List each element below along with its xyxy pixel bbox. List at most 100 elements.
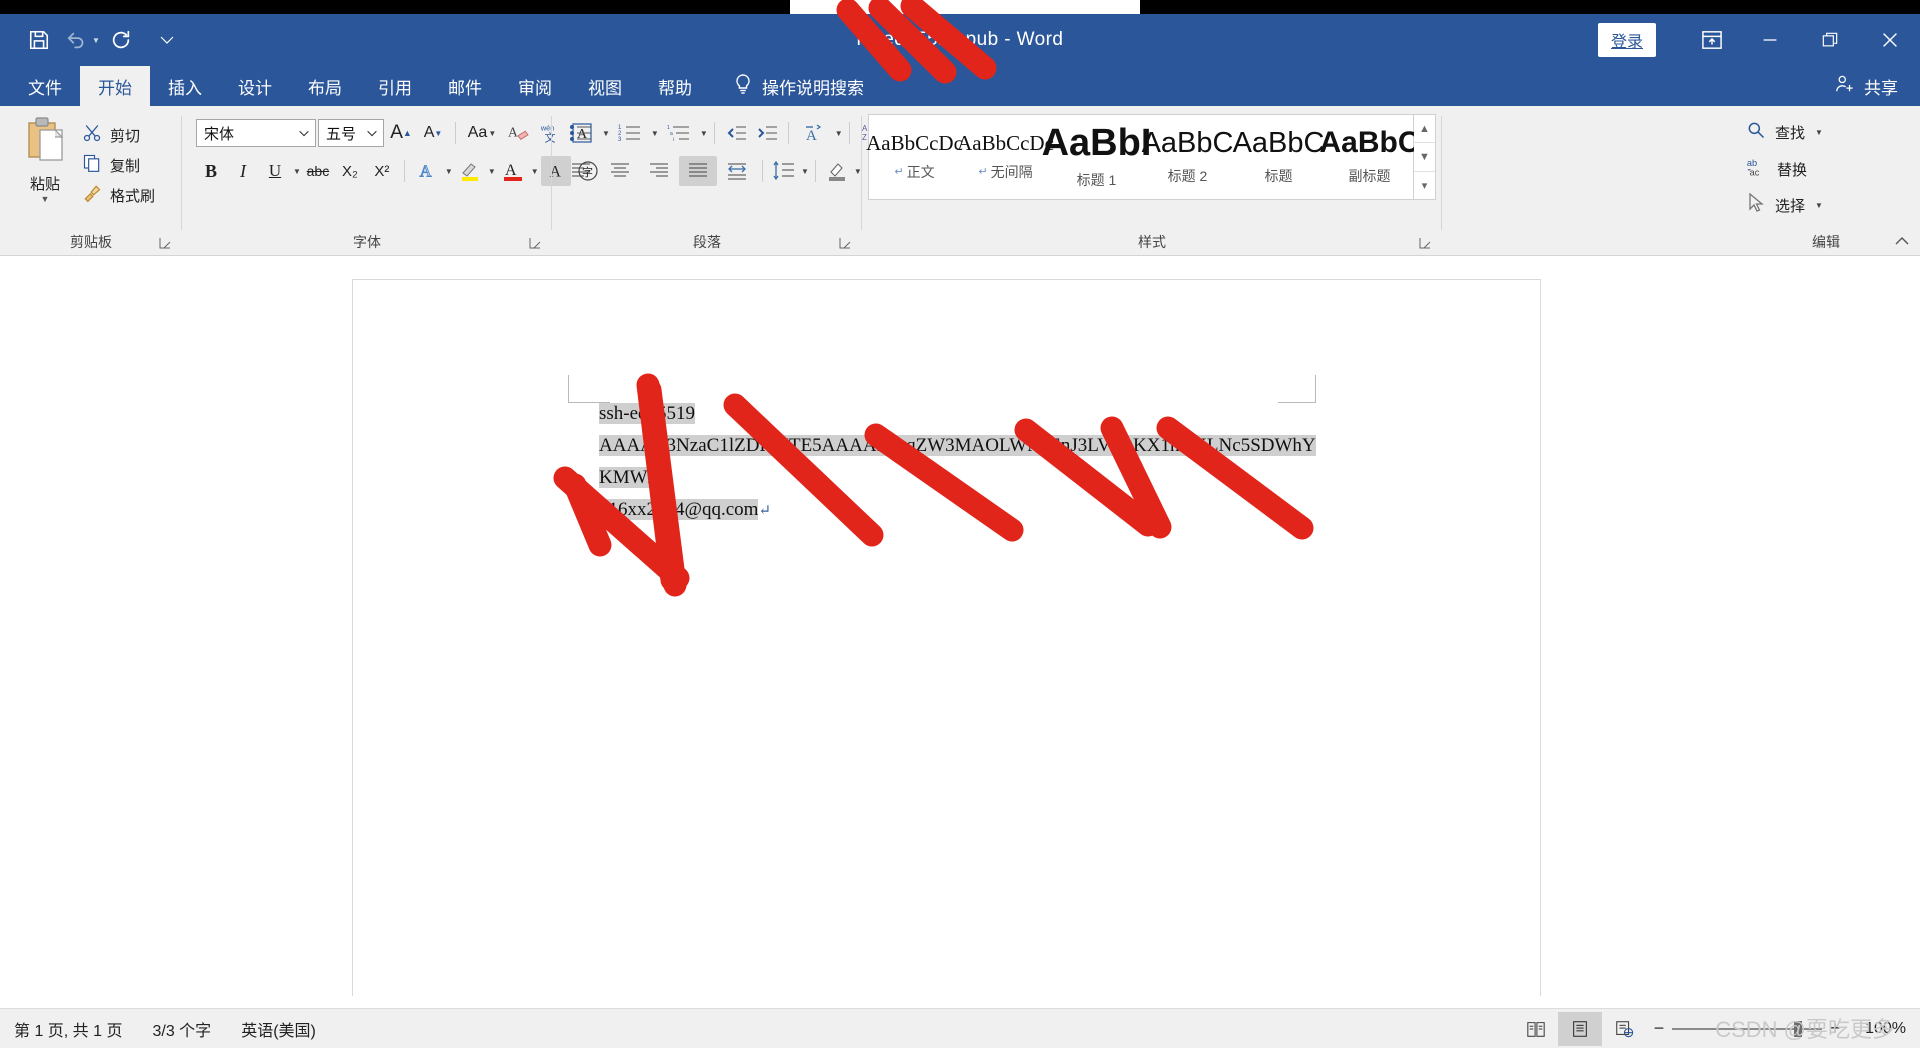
tab-file[interactable]: 文件 — [10, 66, 80, 106]
ribbon-tab-bar: 文件 开始 插入 设计 布局 引用 邮件 审阅 视图 帮助 操作说明搜索 共享 — [0, 66, 1920, 106]
style-item-heading-2[interactable]: AaBbC 标题 2 — [1142, 115, 1234, 199]
select-button[interactable]: 选择 ▼ — [1746, 192, 1823, 218]
print-layout-icon[interactable] — [1558, 1011, 1602, 1046]
document-canvas[interactable]: ssh-ed25519 AAAAC3NzaC1lZDI1NTE5AAAAIAxq… — [0, 256, 1920, 996]
text-highlight-icon[interactable] — [455, 156, 485, 186]
style-item-subtitle[interactable]: AaBbC 副标题 — [1320, 115, 1420, 199]
style-label: 副标题 — [1348, 168, 1391, 184]
style-item-no-spacing[interactable]: AaBbCcDc ↵ 无间隔 — [957, 115, 1054, 199]
strikethrough-button[interactable]: abc — [303, 156, 333, 186]
tab-references[interactable]: 引用 — [360, 66, 430, 106]
multilevel-list-icon[interactable]: 1ai — [660, 118, 698, 148]
bullet-list-icon[interactable] — [562, 118, 600, 148]
tab-layout[interactable]: 布局 — [290, 66, 360, 106]
clipboard-group-label: 剪贴板 — [70, 234, 112, 250]
document-text[interactable]: ssh-ed25519 AAAAC3NzaC1lZDI1NTE5AAAAIAxq… — [599, 398, 1326, 527]
zoom-out-button[interactable]: − — [1646, 1018, 1672, 1039]
style-preview: AaBbCcDc — [957, 130, 1054, 155]
language-indicator[interactable]: 英语(美国) — [241, 1017, 316, 1041]
superscript-button[interactable]: X² — [367, 156, 397, 186]
font-color-dropdown-icon[interactable]: ▼ — [531, 167, 539, 176]
shading-icon[interactable] — [822, 156, 852, 186]
text-effects-icon[interactable]: A — [412, 156, 442, 186]
tell-me-search[interactable]: 操作说明搜索 — [710, 66, 878, 106]
tab-help[interactable]: 帮助 — [640, 66, 710, 106]
more-styles-icon[interactable]: ▾ — [1414, 172, 1435, 199]
tab-review[interactable]: 审阅 — [500, 66, 570, 106]
tab-design[interactable]: 设计 — [220, 66, 290, 106]
style-item-heading-1[interactable]: AaBbI 标题 1 — [1042, 115, 1152, 199]
sign-in-button[interactable]: 登录 — [1597, 23, 1656, 57]
font-dialog-launcher[interactable] — [528, 236, 542, 250]
bullets-dropdown-icon[interactable]: ▼ — [602, 129, 610, 138]
font-name-combo[interactable]: 宋体 — [196, 119, 316, 147]
bold-button[interactable]: B — [196, 156, 226, 186]
styles-dialog-launcher[interactable] — [1418, 236, 1432, 250]
distributed-align-icon[interactable] — [718, 156, 756, 186]
collapse-ribbon-icon[interactable] — [1892, 235, 1912, 252]
highlight-dropdown-icon[interactable]: ▼ — [488, 167, 496, 176]
select-dropdown-icon[interactable]: ▼ — [1815, 201, 1823, 210]
decrease-indent-icon[interactable] — [721, 118, 751, 148]
word-count[interactable]: 3/3 个字 — [152, 1017, 211, 1041]
share-label: 共享 — [1864, 78, 1898, 98]
line-spacing-dropdown-icon[interactable]: ▼ — [801, 167, 809, 176]
paragraph-dialog-launcher[interactable] — [838, 236, 852, 250]
align-right-icon[interactable] — [640, 156, 678, 186]
asian-layout-dropdown-icon[interactable]: ▼ — [835, 129, 843, 138]
restore-icon[interactable] — [1800, 14, 1860, 66]
find-button[interactable]: 查找 ▼ — [1746, 120, 1823, 144]
font-size-combo[interactable]: 五号 — [318, 119, 384, 147]
paste-dropdown-icon[interactable]: ▼ — [14, 194, 76, 204]
zoom-in-button[interactable]: + — [1822, 1018, 1848, 1039]
justify-icon[interactable] — [679, 156, 717, 186]
close-icon[interactable] — [1860, 14, 1920, 66]
shrink-font-button[interactable]: A ▼ — [418, 118, 448, 148]
align-center-icon[interactable] — [601, 156, 639, 186]
underline-dropdown-icon[interactable]: ▼ — [293, 167, 301, 176]
format-painter-button[interactable]: 格式刷 — [78, 180, 159, 210]
minimize-icon[interactable] — [1740, 14, 1800, 66]
cut-button[interactable]: 剪切 — [78, 120, 159, 150]
italic-button[interactable]: I — [228, 156, 258, 186]
copy-button[interactable]: 复制 — [78, 150, 159, 180]
line-spacing-icon[interactable] — [769, 156, 799, 186]
document-page[interactable]: ssh-ed25519 AAAAC3NzaC1lZDI1NTE5AAAAIAxq… — [353, 280, 1540, 996]
numbering-dropdown-icon[interactable]: ▼ — [651, 129, 659, 138]
increase-indent-icon[interactable] — [752, 118, 782, 148]
web-layout-icon[interactable] — [1602, 1012, 1646, 1046]
underline-button[interactable]: U — [260, 156, 290, 186]
asian-layout-icon[interactable]: A — [795, 118, 833, 148]
style-item-title[interactable]: AaBbC 标题 — [1233, 115, 1325, 199]
tab-insert[interactable]: 插入 — [150, 66, 220, 106]
replace-button[interactable]: ab ac 替换 — [1746, 156, 1807, 182]
tab-mailings[interactable]: 邮件 — [430, 66, 500, 106]
change-case-button[interactable]: Aa ▼ — [463, 118, 501, 148]
multilevel-dropdown-icon[interactable]: ▼ — [700, 129, 708, 138]
status-right: − + 100% — [1514, 1011, 1906, 1046]
clipboard-dialog-launcher[interactable] — [158, 236, 172, 250]
text-effects-dropdown-icon[interactable]: ▼ — [445, 167, 453, 176]
subscript-button[interactable]: X₂ — [335, 156, 365, 186]
style-item-normal[interactable]: AaBbCcDc ↵ 正文 — [866, 115, 963, 199]
font-color-icon[interactable]: A — [498, 156, 528, 186]
scroll-up-icon[interactable]: ▲ — [1414, 115, 1435, 144]
share-button[interactable]: 共享 — [1834, 66, 1898, 106]
paste-button[interactable]: 粘贴 ▼ — [14, 116, 76, 204]
chevron-down-icon — [299, 130, 309, 137]
tab-view[interactable]: 视图 — [570, 66, 640, 106]
read-mode-icon[interactable] — [1514, 1012, 1558, 1046]
tab-home[interactable]: 开始 — [80, 66, 150, 106]
page-indicator[interactable]: 第 1 页, 共 1 页 — [14, 1017, 122, 1041]
clear-formatting-icon[interactable]: A — [503, 118, 533, 148]
numbered-list-icon[interactable]: 123 — [611, 118, 649, 148]
align-left-icon[interactable] — [562, 156, 600, 186]
ribbon-display-options-icon[interactable] — [1684, 14, 1740, 66]
grow-font-button[interactable]: A ▲ — [386, 118, 416, 148]
scroll-down-icon[interactable]: ▼ — [1414, 143, 1435, 172]
zoom-slider[interactable] — [1672, 1019, 1822, 1039]
find-dropdown-icon[interactable]: ▼ — [1815, 128, 1823, 137]
styles-gallery: AaBbCcDc ↵ 正文 AaBbCcDc ↵ 无间隔 AaBbI 标题 1 Aa… — [866, 114, 1420, 200]
zoom-level[interactable]: 100% — [1848, 1020, 1906, 1038]
zoom-slider-thumb[interactable] — [1794, 1020, 1802, 1037]
